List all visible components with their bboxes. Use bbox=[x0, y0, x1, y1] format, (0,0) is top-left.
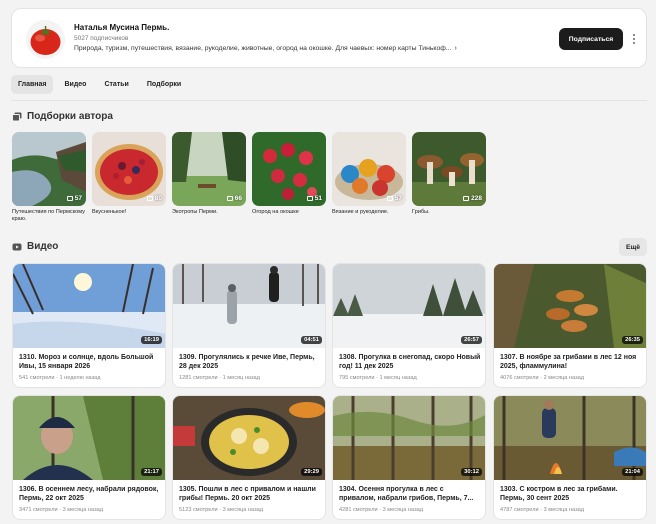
playlist-thumbnail[interactable]: 57 bbox=[332, 132, 406, 206]
channel-tabs: Главная Видео Статьи Подборки bbox=[11, 75, 188, 94]
video-meta: 5123 смотрели · 3 месяца назад bbox=[179, 507, 264, 513]
video-title[interactable]: 1308. Прогулка в снегопад, скоро Новый г… bbox=[339, 353, 481, 371]
playlist-count: 57 bbox=[66, 195, 82, 202]
video-card[interactable]: 30:12 1304. Осення прогулка в лес с прив… bbox=[332, 395, 486, 520]
videos-section-title: Видео bbox=[12, 241, 58, 252]
video-meta: 1281 смотрели · 1 месяц назад bbox=[179, 375, 260, 381]
video-thumbnail[interactable]: 29:29 bbox=[173, 396, 325, 480]
video-duration: 04:51 bbox=[301, 336, 322, 344]
video-card[interactable]: 04:51 1309. Прогулялись к речке Иве, Пер… bbox=[172, 263, 326, 388]
channel-header: Наталья Мусина Пермь. 5027 подписчиков П… bbox=[11, 8, 647, 68]
tab-playlists[interactable]: Подборки bbox=[140, 75, 188, 94]
video-duration: 29:29 bbox=[301, 468, 322, 476]
playlist-thumbnail[interactable]: 57 bbox=[12, 132, 86, 206]
video-card[interactable]: 26:57 1308. Прогулка в снегопад, скоро Н… bbox=[332, 263, 486, 388]
playlist-card[interactable]: 57 Путешествия по Пермскому краю. bbox=[12, 132, 86, 223]
video-thumbnail[interactable]: 26:57 bbox=[333, 264, 485, 348]
playlist-thumbnail[interactable]: 228 bbox=[412, 132, 486, 206]
playlist-card[interactable]: 228 Грибы. bbox=[412, 132, 486, 216]
playlist-stack-icon bbox=[12, 112, 22, 121]
videos-section-label: Видео bbox=[27, 241, 59, 252]
tomato-avatar-icon bbox=[26, 20, 65, 59]
video-duration: 26:35 bbox=[622, 336, 643, 344]
video-meta: 4281 смотрели · 3 месяца назад bbox=[339, 507, 424, 513]
tab-articles[interactable]: Статьи bbox=[97, 75, 135, 94]
playlist-title[interactable]: Экотропы Перми. bbox=[172, 209, 246, 216]
playlists-section-title: Подборки автора bbox=[12, 111, 113, 122]
playlist-title[interactable]: Огород на окошке bbox=[252, 209, 326, 216]
video-duration: 30:12 bbox=[461, 468, 482, 476]
playlist-count: 80 bbox=[146, 195, 162, 202]
video-meta: 4076 смотрели · 2 месяца назад bbox=[500, 375, 585, 381]
playlists-section-label: Подборки автора bbox=[27, 111, 113, 122]
video-card[interactable]: 26:35 1307. В ноябре за грибами в лес 12… bbox=[493, 263, 647, 388]
playlist-title[interactable]: Путешествия по Пермскому краю. bbox=[12, 209, 86, 223]
playlist-title[interactable]: Вязание и рукоделие. bbox=[332, 209, 406, 216]
playlist-card[interactable]: 57 Вязание и рукоделие. bbox=[332, 132, 406, 216]
tab-video[interactable]: Видео bbox=[57, 75, 93, 94]
video-meta: 541 смотрели · 1 неделю назад bbox=[19, 375, 101, 381]
chevron-right-icon: › bbox=[454, 45, 457, 52]
channel-name[interactable]: Наталья Мусина Пермь. bbox=[74, 23, 169, 32]
video-title[interactable]: 1305. Пошли в лес с привалом и нашли гри… bbox=[179, 485, 321, 503]
video-card[interactable]: 16:19 1310. Мороз и солнце, вдоль Большо… bbox=[12, 263, 166, 388]
video-meta: 4787 смотрели · 3 месяца назад bbox=[500, 507, 585, 513]
video-thumbnail[interactable]: 04:51 bbox=[173, 264, 325, 348]
video-meta: 3471 смотрели · 3 месяца назад bbox=[19, 507, 104, 513]
video-duration: 21:04 bbox=[622, 468, 643, 476]
channel-description-text: Природа, туризм, путешествия, вязание, р… bbox=[74, 45, 452, 52]
video-thumbnail[interactable]: 16:19 bbox=[13, 264, 165, 348]
video-thumbnail[interactable]: 21:17 bbox=[13, 396, 165, 480]
playlist-title[interactable]: Грибы. bbox=[412, 209, 486, 216]
video-thumbnail[interactable]: 21:04 bbox=[494, 396, 646, 480]
video-card[interactable]: 21:17 1306. В осеннем лесу, набрали рядо… bbox=[12, 395, 166, 520]
playlist-thumbnail[interactable]: 51 bbox=[252, 132, 326, 206]
playlist-title[interactable]: Вкусненькое! bbox=[92, 209, 166, 216]
playlist-card[interactable]: 51 Огород на окошке bbox=[252, 132, 326, 216]
video-title[interactable]: 1303. С костром в лес за грибами. Пермь,… bbox=[500, 485, 642, 503]
video-duration: 21:17 bbox=[141, 468, 162, 476]
playlist-thumbnail[interactable]: 80 bbox=[92, 132, 166, 206]
video-thumbnail[interactable]: 30:12 bbox=[333, 396, 485, 480]
subscriber-count: 5027 подписчиков bbox=[74, 35, 129, 42]
video-title[interactable]: 1310. Мороз и солнце, вдоль Большой Ивы,… bbox=[19, 353, 161, 371]
video-meta: 795 смотрели · 1 месяц назад bbox=[339, 375, 417, 381]
playlist-card[interactable]: 80 Вкусненькое! bbox=[92, 132, 166, 216]
playlist-thumbnail[interactable]: 66 bbox=[172, 132, 246, 206]
tabs-divider bbox=[11, 100, 647, 101]
playlist-count: 228 bbox=[463, 195, 482, 202]
channel-description[interactable]: Природа, туризм, путешествия, вязание, р… bbox=[74, 45, 457, 52]
playlist-card[interactable]: 66 Экотропы Перми. bbox=[172, 132, 246, 216]
channel-avatar[interactable] bbox=[26, 20, 65, 59]
video-thumbnail[interactable]: 26:35 bbox=[494, 264, 646, 348]
video-duration: 16:19 bbox=[141, 336, 162, 344]
more-videos-button[interactable]: Ещё bbox=[619, 238, 647, 256]
video-card[interactable]: 29:29 1305. Пошли в лес с привалом и наш… bbox=[172, 395, 326, 520]
playlist-count: 57 bbox=[386, 195, 402, 202]
video-title[interactable]: 1309. Прогулялись к речке Иве, Пермь, 28… bbox=[179, 353, 321, 371]
subscribe-button[interactable]: Подписаться bbox=[559, 28, 623, 50]
video-card[interactable]: 21:04 1303. С костром в лес за грибами. … bbox=[493, 395, 647, 520]
playlist-count: 66 bbox=[226, 195, 242, 202]
video-title[interactable]: 1306. В осеннем лесу, набрали рядовок, П… bbox=[19, 485, 161, 503]
video-duration: 26:57 bbox=[461, 336, 482, 344]
video-title[interactable]: 1307. В ноябре за грибами в лес 12 ноя 2… bbox=[500, 353, 642, 371]
video-title[interactable]: 1304. Осення прогулка в лес с привалом, … bbox=[339, 485, 481, 503]
tab-main[interactable]: Главная bbox=[11, 75, 54, 94]
video-play-icon bbox=[12, 243, 22, 250]
playlist-count: 51 bbox=[306, 195, 322, 202]
vertical-dots-icon[interactable] bbox=[629, 30, 639, 48]
